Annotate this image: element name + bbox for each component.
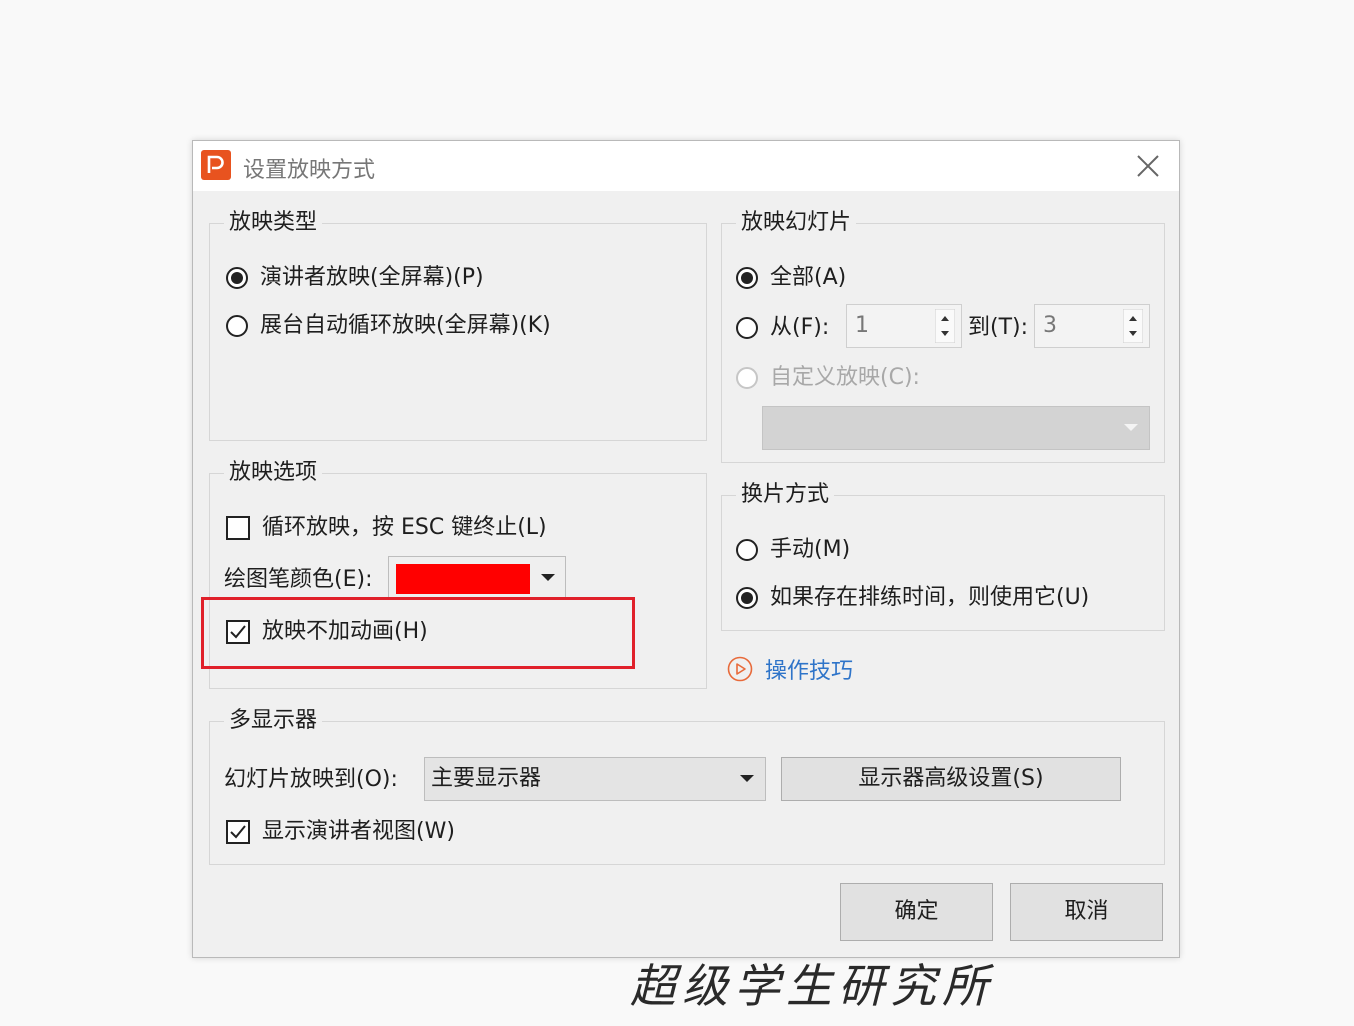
show-options-legend: 放映选项: [224, 459, 323, 487]
show-type-legend: 放映类型: [224, 209, 323, 237]
ok-button[interactable]: 确定: [840, 883, 993, 941]
custom-show-option[interactable]: 自定义放映(C):: [736, 364, 920, 392]
manual-label: 手动(M): [770, 537, 851, 562]
kiosk-show-radio[interactable]: [226, 315, 248, 337]
wps-presentation-icon: [201, 150, 231, 180]
loop-checkbox[interactable]: [226, 516, 250, 540]
highlight-annotation: [201, 597, 635, 669]
spinner-arrows-icon[interactable]: [1123, 309, 1143, 343]
to-label: 到(T):: [968, 315, 1029, 340]
set-up-show-dialog: 设置放映方式 放映类型 演讲者放映(全屏幕)(P) 展台自动循环放映(全屏幕)(…: [192, 140, 1180, 958]
title-bar: 设置放映方式: [193, 141, 1179, 191]
cancel-button[interactable]: 取消: [1010, 883, 1163, 941]
tips-link-label[interactable]: 操作技巧: [765, 653, 853, 685]
to-spinner[interactable]: 3: [1034, 304, 1150, 348]
use-timings-option[interactable]: 如果存在排练时间，则使用它(U): [736, 584, 1089, 612]
monitor-select[interactable]: 主要显示器: [424, 757, 766, 801]
presenter-show-label: 演讲者放映(全屏幕)(P): [260, 265, 484, 290]
kiosk-show-label: 展台自动循环放映(全屏幕)(K): [260, 313, 551, 338]
monitor-advanced-button[interactable]: 显示器高级设置(S): [781, 757, 1121, 801]
manual-option[interactable]: 手动(M): [736, 536, 850, 564]
show-on-label-row: 幻灯片放映到(O):: [224, 766, 398, 794]
close-icon[interactable]: [1135, 153, 1161, 179]
manual-radio[interactable]: [736, 539, 758, 561]
watermark-text: 超级学生研究所: [630, 959, 994, 1013]
from-label: 从(F):: [770, 315, 830, 340]
multi-monitor-group: 多显示器 幻灯片放映到(O): 主要显示器 显示器高级设置(S) 显示演讲者视图…: [209, 707, 1165, 865]
use-timings-label: 如果存在排练时间，则使用它(U): [770, 585, 1090, 610]
tips-link[interactable]: 操作技巧: [727, 653, 853, 685]
from-slides-option[interactable]: 从(F):: [736, 314, 829, 342]
show-on-label: 幻灯片放映到(O):: [224, 767, 398, 792]
spinner-arrows-icon[interactable]: [935, 309, 955, 343]
loop-option[interactable]: 循环放映，按 ESC 键终止(L): [226, 514, 547, 542]
show-slides-group: 放映幻灯片 全部(A) 从(F): 1 到(T): 3 自定义放映(C):: [721, 209, 1165, 463]
presenter-view-option[interactable]: 显示演讲者视图(W): [226, 818, 455, 846]
use-timings-radio[interactable]: [736, 587, 758, 609]
all-slides-label: 全部(A): [770, 265, 847, 290]
show-type-group: 放映类型 演讲者放映(全屏幕)(P) 展台自动循环放映(全屏幕)(K): [209, 209, 707, 441]
custom-show-select[interactable]: [762, 406, 1150, 450]
presenter-show-option[interactable]: 演讲者放映(全屏幕)(P): [226, 264, 484, 292]
play-circle-icon: [727, 656, 753, 682]
advance-slides-legend: 换片方式: [736, 481, 835, 509]
pen-color-label: 绘图笔颜色(E):: [224, 567, 373, 592]
presenter-view-checkbox[interactable]: [226, 820, 250, 844]
show-slides-legend: 放映幻灯片: [736, 209, 857, 237]
from-value[interactable]: 1: [855, 313, 869, 338]
from-spinner[interactable]: 1: [846, 304, 962, 348]
presenter-view-label: 显示演讲者视图(W): [262, 819, 455, 844]
custom-show-label: 自定义放映(C):: [770, 365, 920, 390]
loop-label: 循环放映，按 ESC 键终止(L): [262, 515, 547, 540]
multi-monitor-legend: 多显示器: [224, 707, 323, 735]
advance-slides-group: 换片方式 手动(M) 如果存在排练时间，则使用它(U): [721, 481, 1165, 631]
custom-show-radio[interactable]: [736, 367, 758, 389]
chevron-down-icon: [740, 775, 754, 782]
pen-color-select[interactable]: [388, 556, 566, 600]
pen-color-swatch: [396, 564, 530, 594]
monitor-select-value[interactable]: 主要显示器: [431, 765, 541, 793]
chevron-down-icon: [1124, 424, 1138, 431]
dialog-title: 设置放映方式: [243, 158, 376, 183]
from-slides-radio[interactable]: [736, 317, 758, 339]
pen-color-label-row: 绘图笔颜色(E):: [224, 566, 372, 594]
chevron-down-icon: [541, 574, 555, 581]
to-label-row: 到(T):: [968, 314, 1028, 342]
all-slides-radio[interactable]: [736, 267, 758, 289]
to-value[interactable]: 3: [1043, 313, 1057, 338]
all-slides-option[interactable]: 全部(A): [736, 264, 846, 292]
kiosk-show-option[interactable]: 展台自动循环放映(全屏幕)(K): [226, 312, 551, 340]
presenter-show-radio[interactable]: [226, 267, 248, 289]
